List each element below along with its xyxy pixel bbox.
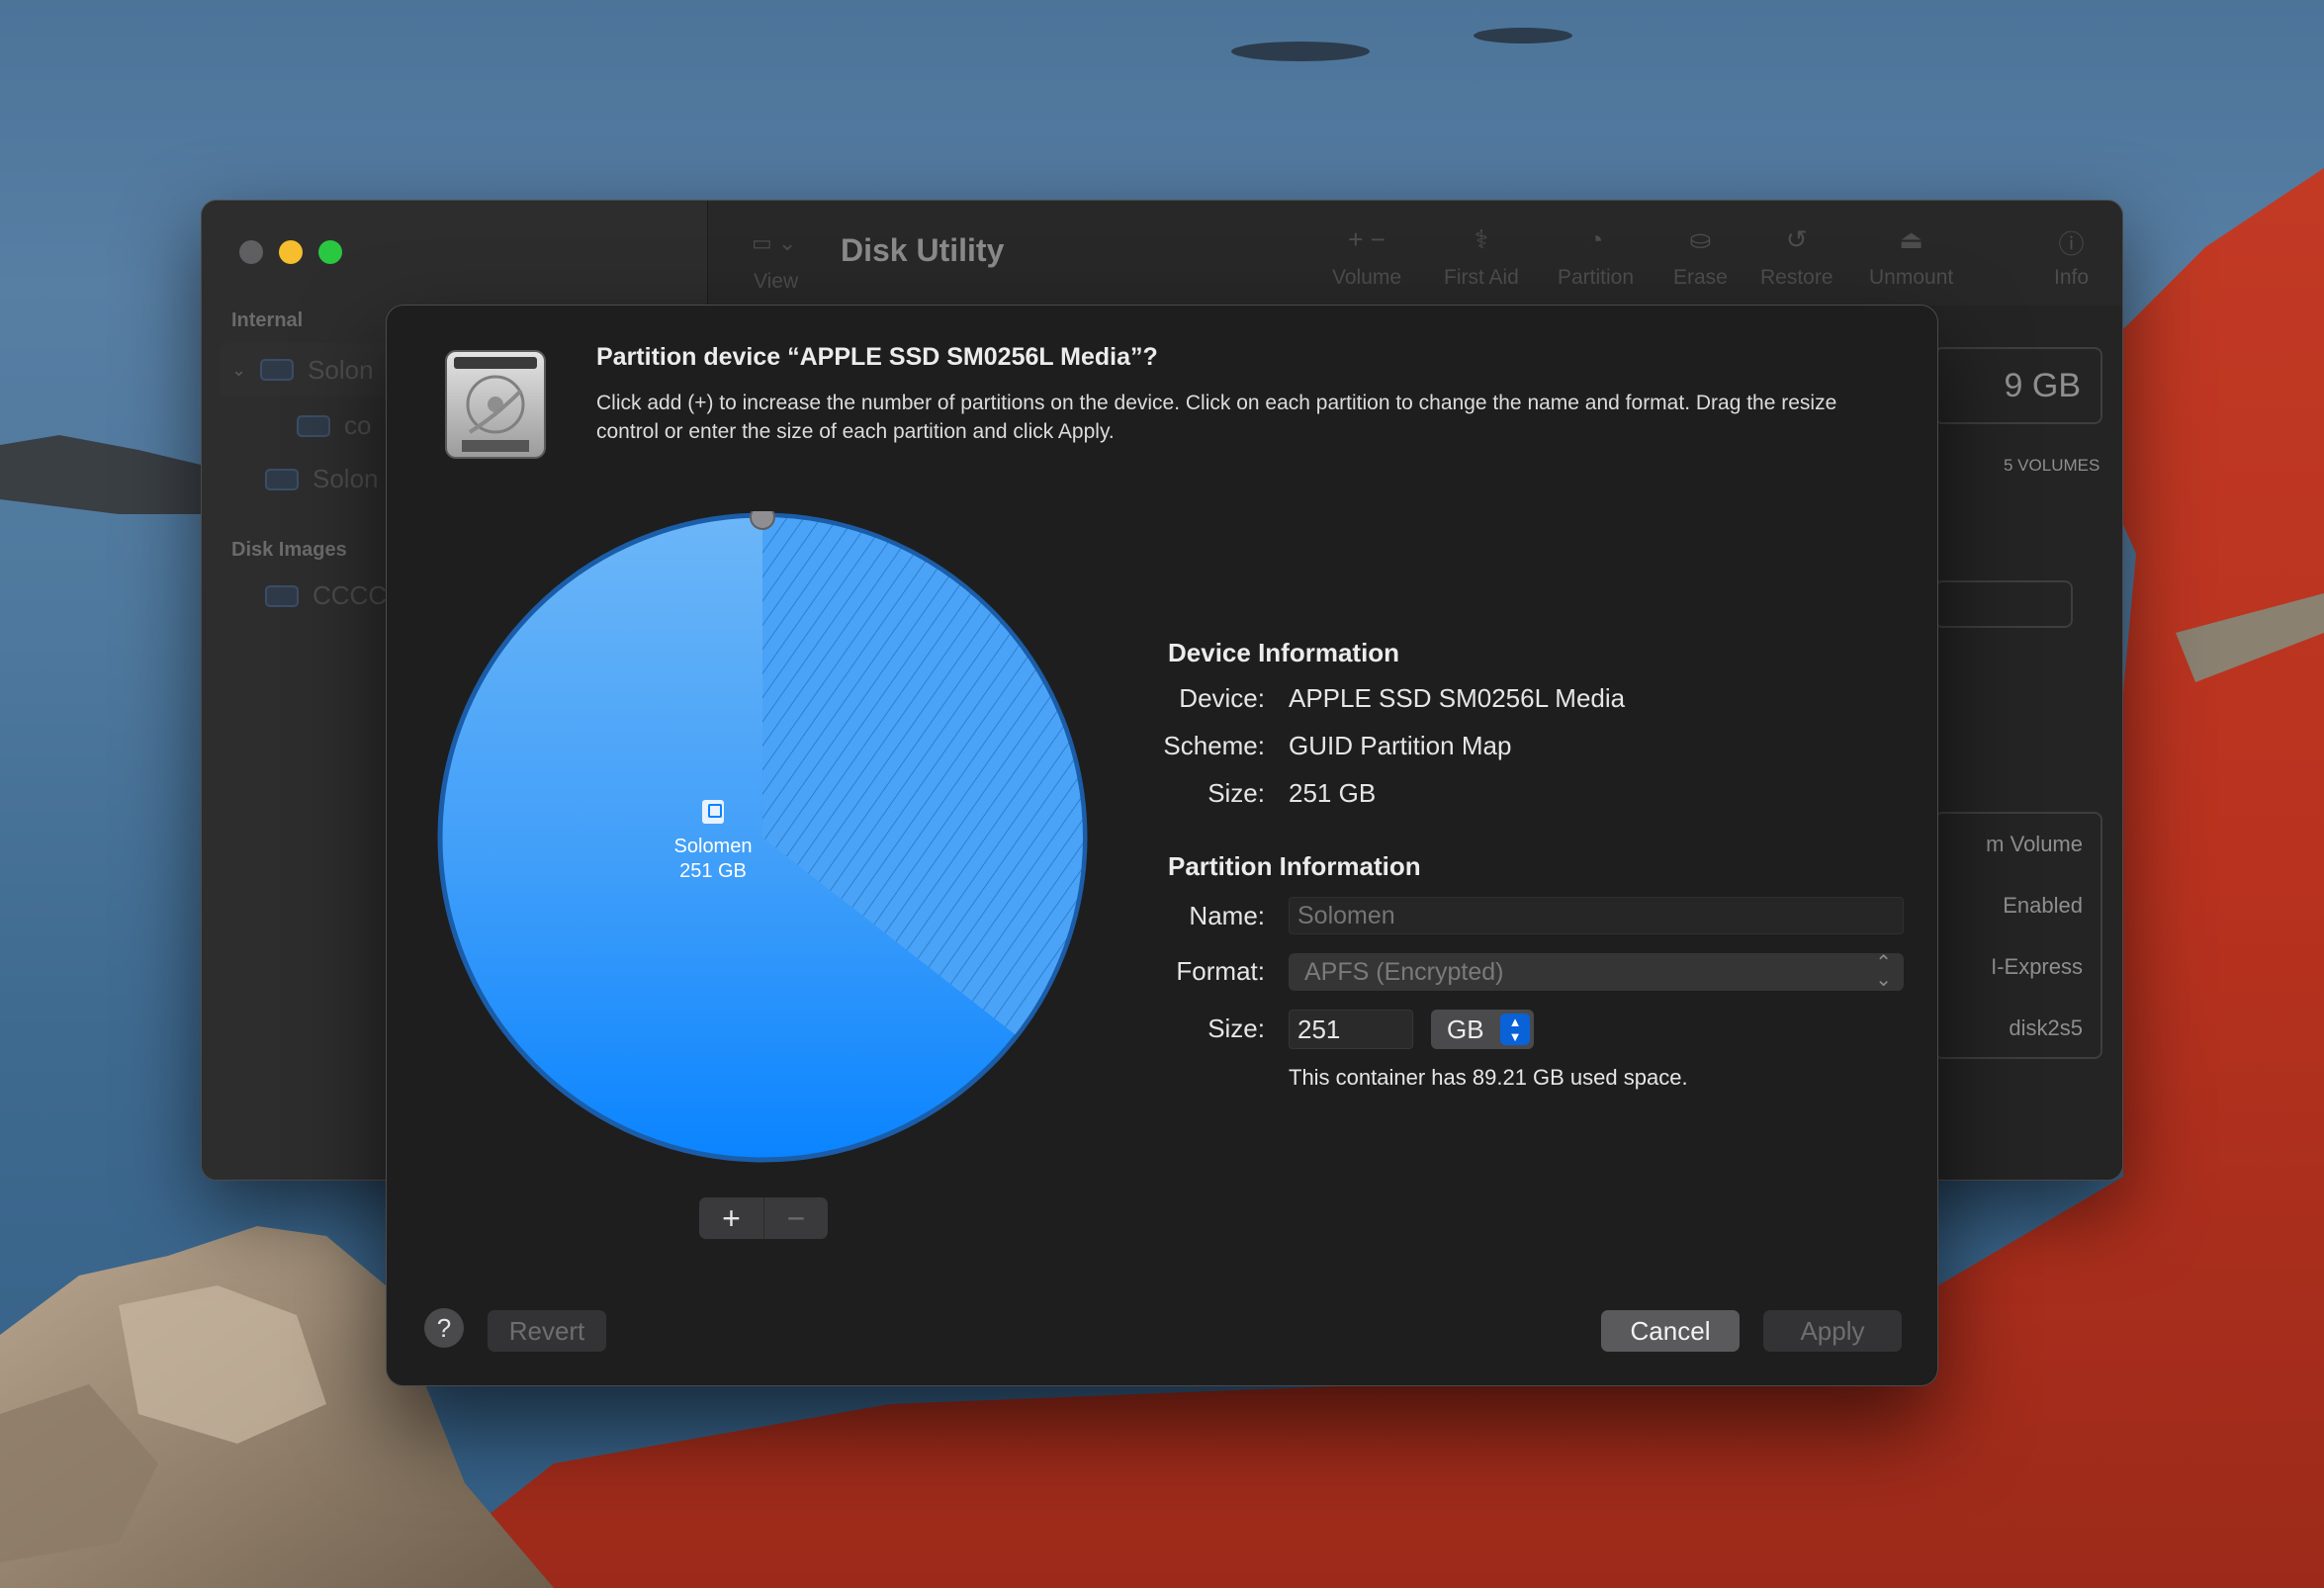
sidebar-item-container[interactable]: co — [297, 410, 371, 441]
hard-drive-icon — [445, 350, 546, 459]
toolbar-label: Restore — [1760, 266, 1833, 289]
toolbar-label: First Aid — [1444, 266, 1519, 289]
partition-name-field[interactable] — [1289, 897, 1904, 934]
window-title: Disk Utility — [841, 232, 1005, 268]
sidebar-item-volume[interactable]: Solon — [265, 464, 379, 494]
toolbar-restore-button[interactable]: ↺ Restore — [1760, 224, 1833, 290]
apply-button[interactable]: Apply — [1763, 1310, 1902, 1352]
info-icon: ⓘ — [2058, 229, 2085, 259]
partition-size-field[interactable] — [1289, 1010, 1413, 1049]
add-partition-button[interactable]: + — [699, 1197, 763, 1239]
chevron-updown-icon: ⌃ ⌄ — [1875, 952, 1892, 991]
sidebar-section-disk-images: Disk Images — [231, 539, 347, 561]
used-space-note: This container has 89.21 GB used space. — [1289, 1065, 1688, 1090]
size-unit-value: GB — [1447, 1015, 1484, 1044]
device-value: APPLE SSD SM0256L Media — [1289, 683, 1626, 713]
device-info-heading: Device Information — [1168, 638, 1400, 667]
toolbar-partition-button[interactable]: ◔ Partition — [1558, 224, 1634, 290]
toolbar-label: Partition — [1558, 266, 1635, 289]
add-remove-control: + − — [699, 1197, 828, 1239]
sheet-description: Click add (+) to increase the number of … — [596, 392, 1837, 443]
zoom-button[interactable] — [318, 240, 342, 264]
toolbar-first-aid-button[interactable]: ⚕ First Aid — [1444, 224, 1519, 290]
disk-image-icon — [265, 584, 299, 607]
partition-sheet: Partition device “APPLE SSD SM0256L Medi… — [386, 305, 1938, 1386]
sidebar-item-label: CCCC — [313, 580, 388, 610]
volume-icon — [265, 468, 299, 490]
toolbar-label: Erase — [1673, 266, 1728, 289]
erase-icon: ⛀ — [1689, 224, 1712, 254]
chevron-down-icon[interactable]: ⌄ — [231, 360, 246, 381]
info-row: disk2s5 — [2009, 1015, 2083, 1040]
info-row: I-Express — [1991, 954, 2083, 979]
volume-icon — [702, 800, 724, 824]
help-button[interactable]: ? — [424, 1308, 464, 1348]
sidebar-item-label: co — [344, 410, 372, 440]
partition-size: 251 GB — [679, 860, 747, 882]
info-table: m Volume Enabled I-Express disk2s5 — [1934, 812, 2102, 1059]
partition-size-label: Size: — [1207, 1014, 1265, 1043]
remove-partition-button[interactable]: − — [763, 1197, 828, 1239]
view-label: View — [754, 270, 799, 293]
close-button[interactable] — [239, 240, 263, 264]
format-label: Format: — [1176, 956, 1265, 986]
name-label: Name: — [1189, 901, 1265, 930]
sidebar-item-label: Solon — [308, 354, 374, 385]
sidebar-item-label: Solon — [313, 464, 379, 493]
restore-icon: ↺ — [1785, 224, 1808, 254]
scheme-label: Scheme: — [1163, 731, 1265, 760]
device-size-label: Size: — [1207, 778, 1265, 808]
volumes-count: 5 VOLUMES — [2004, 456, 2101, 475]
toolbar-volume-button[interactable]: + − Volume — [1332, 224, 1401, 290]
sidebar-toggle-icon[interactable]: ▭ ⌄ — [752, 230, 811, 260]
sheet-title: Partition device “APPLE SSD SM0256L Medi… — [596, 343, 1158, 371]
internal-disk-icon — [260, 359, 295, 381]
sidebar-item-disk-image[interactable]: CCCC — [265, 580, 387, 611]
toolbar-erase-button[interactable]: ⛀ Erase — [1673, 224, 1728, 290]
toolbar-label: Info — [2054, 266, 2090, 289]
cancel-button[interactable]: Cancel — [1601, 1310, 1740, 1352]
plus-minus-icon: + − — [1348, 224, 1385, 254]
toolbar-label: Volume — [1332, 266, 1402, 289]
chevron-updown-icon: ▲ ▼ — [1500, 1014, 1530, 1045]
partition-name: Solomen — [673, 836, 753, 857]
capacity-value: 9 GB — [2004, 367, 2081, 404]
info-row: Enabled — [2003, 893, 2083, 918]
eject-icon: ⏏ — [1899, 224, 1923, 254]
sidebar-section-internal: Internal — [231, 309, 304, 331]
format-value: APFS (Encrypted) — [1304, 958, 1504, 986]
toolbar-label: Unmount — [1869, 266, 1954, 289]
stethoscope-icon: ⚕ — [1474, 224, 1488, 254]
size-unit-popup[interactable]: GB ▲ ▼ — [1431, 1010, 1534, 1049]
device-label: Device: — [1179, 683, 1265, 713]
toolbar-info-button[interactable]: ⓘ Info — [2054, 224, 2089, 290]
partition-icon: ◔ — [1587, 224, 1604, 254]
scheme-value: GUID Partition Map — [1289, 731, 1512, 760]
usage-bar — [1934, 580, 2073, 628]
resize-handle[interactable] — [750, 511, 775, 530]
info-row: m Volume — [1986, 832, 2083, 856]
partition-label: Solomen 251 GB — [614, 800, 812, 884]
revert-button[interactable]: Revert — [488, 1310, 606, 1352]
device-size-value: 251 GB — [1289, 778, 1377, 808]
volume-icon — [297, 414, 330, 437]
partition-info-heading: Partition Information — [1168, 851, 1421, 881]
minimize-button[interactable] — [279, 240, 303, 264]
format-popup[interactable]: APFS (Encrypted) ⌃ ⌄ — [1289, 953, 1904, 991]
capacity-box: 9 GB — [1934, 347, 2102, 424]
toolbar-unmount-button[interactable]: ⏏ Unmount — [1869, 224, 1953, 290]
